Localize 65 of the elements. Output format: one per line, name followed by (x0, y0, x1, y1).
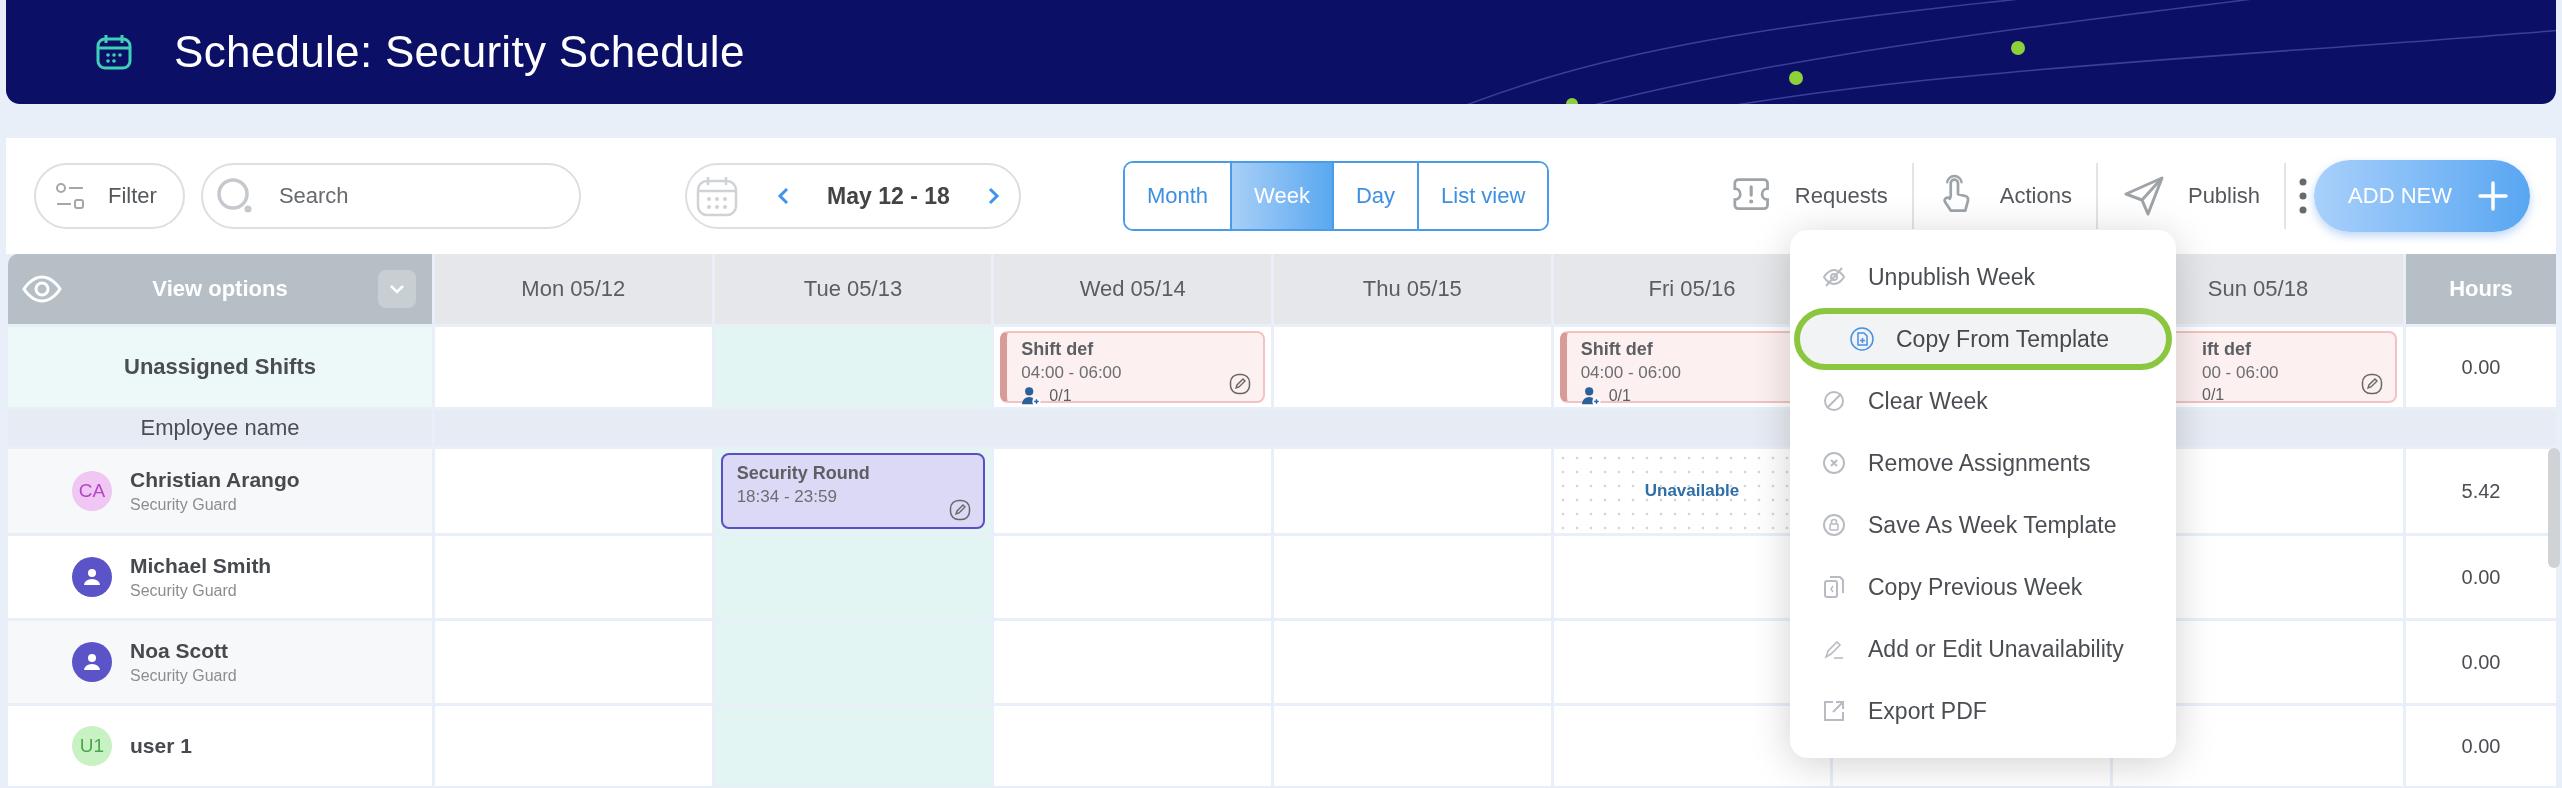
publish-button[interactable]: Publish (2097, 163, 2285, 229)
employee-role: Security Guard (130, 667, 237, 685)
page-title: Schedule: Security Schedule (174, 27, 745, 77)
slot-count: 0/1 (1049, 387, 1072, 405)
export-icon (1822, 699, 1846, 723)
edit-icon[interactable] (2361, 373, 2383, 395)
filter-button[interactable]: Filter (34, 163, 185, 229)
day-header: Thu 05/15 (1274, 254, 1551, 324)
more-options-icon[interactable] (2298, 176, 2309, 216)
actions-button[interactable]: Actions (1913, 163, 2096, 229)
shift-time: 04:00 - 06:00 (1580, 363, 1682, 383)
day-header: Tue 05/13 (714, 254, 992, 324)
person-icon (82, 652, 102, 672)
menu-item[interactable]: Add or Edit Unavailability (1790, 618, 2176, 680)
shift-time: 18:34 - 23:59 (736, 487, 838, 507)
edit-icon[interactable] (1229, 373, 1251, 395)
day-header: Wed 05/14 (994, 254, 1271, 324)
row-label: Unassigned Shifts (8, 327, 432, 407)
hours-value: 0.00 (2406, 706, 2556, 786)
requests-button[interactable]: Requests (1708, 163, 1912, 229)
plus-icon (2478, 181, 2508, 211)
search-field[interactable]: Search (200, 163, 581, 229)
chevron-down-icon (389, 284, 405, 294)
hours-value: 0.00 (2406, 327, 2556, 407)
hours-value: 0.00 (2406, 621, 2556, 703)
employee-role: Security Guard (130, 582, 238, 600)
shift-title: ift def (2202, 339, 2252, 360)
avatar: CA (72, 471, 112, 511)
employee-role: Security Guard (130, 496, 238, 514)
column-label: Employee name (8, 410, 432, 446)
shift-title: Shift def (1021, 339, 1095, 360)
avatar: U1 (72, 726, 112, 766)
employee-name: Noa Scott (130, 639, 229, 663)
filter-icon (54, 180, 86, 212)
hours-header: Hours (2406, 254, 2556, 324)
slot-count: 0/1 (2202, 386, 2225, 404)
calendar-icon (694, 174, 739, 218)
date-range: May 12 - 18 (827, 182, 950, 210)
employee-name: Christian Arango (130, 468, 300, 492)
chevron-right-icon[interactable] (986, 186, 1001, 206)
shift-time: 00 - 06:00 (2202, 363, 2280, 383)
employee-name: Michael Smith (130, 554, 272, 578)
menu-item[interactable]: Export PDF (1790, 680, 2176, 742)
calendar-icon (94, 32, 134, 72)
day-header: Mon 05/12 (435, 254, 712, 324)
chevron-left-icon[interactable] (775, 186, 790, 206)
shift-time: 04:00 - 06:00 (1021, 363, 1123, 383)
eye-off-icon (1822, 265, 1846, 289)
employee-name: user 1 (130, 734, 192, 758)
shift-title: Shift def (1580, 339, 1654, 360)
hours-value: 0.00 (2406, 536, 2556, 618)
menu-item[interactable]: Copy Previous Week (1790, 556, 2176, 618)
lock-icon (1822, 513, 1846, 537)
shift-title: Security Round (736, 463, 871, 484)
copy-icon (1822, 575, 1846, 599)
open-shift-card[interactable]: Shift def 04:00 - 06:00 0/1 (1000, 331, 1265, 403)
document-icon (1850, 327, 1874, 351)
person-icon (82, 567, 102, 587)
slot-count: 0/1 (1608, 387, 1631, 405)
menu-item[interactable]: Copy From Template (1794, 308, 2172, 370)
shift-card[interactable]: Security Round 18:34 - 23:59 (720, 453, 986, 529)
edit-icon[interactable] (949, 499, 972, 521)
slash-circle-icon (1822, 389, 1846, 413)
date-range-picker[interactable]: May 12 - 18 (684, 163, 1021, 229)
scrollbar-thumb[interactable] (2548, 448, 2560, 568)
